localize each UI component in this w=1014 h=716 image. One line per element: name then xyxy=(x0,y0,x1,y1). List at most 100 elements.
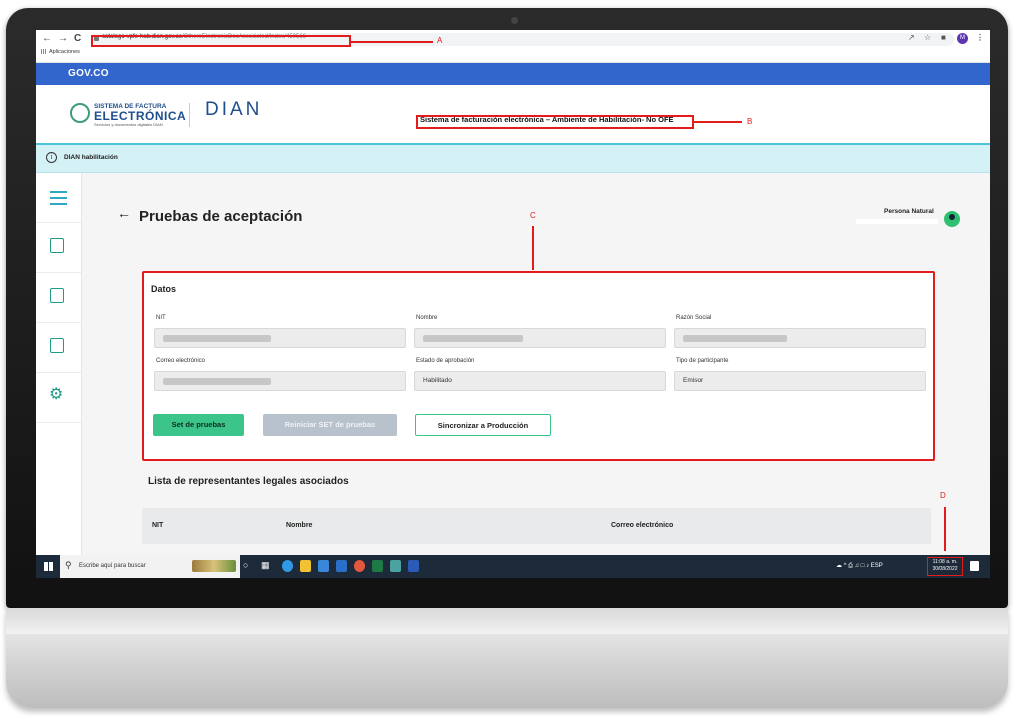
screen: ← → C catalogo-vpfe-hab.dian.gov.co/Othe… xyxy=(36,30,990,578)
windows-start-icon[interactable] xyxy=(44,562,53,571)
store-icon[interactable] xyxy=(318,560,329,572)
taskbar-clock[interactable]: 11:08 a. m. 30/08/2022 xyxy=(927,557,963,576)
reload-icon[interactable]: C xyxy=(74,33,81,44)
clock-date: 30/08/2022 xyxy=(932,566,958,572)
search-placeholder: Escribe aquí para buscar xyxy=(79,563,146,569)
razon-social-label: Razón Social xyxy=(676,315,712,321)
user-name[interactable]: Persona Natural xyxy=(884,208,934,215)
clock-time: 11:08 a. m. xyxy=(932,559,958,565)
nit-label: NIT xyxy=(156,315,166,321)
excel-icon[interactable] xyxy=(372,560,383,572)
nombre-label: Nombre xyxy=(416,315,438,321)
logo-line3: Servicios y documentos digitales DIAN xyxy=(94,122,163,127)
notification-icon[interactable] xyxy=(970,561,979,571)
redacted-value xyxy=(163,335,271,342)
annotation-arrow-a xyxy=(351,41,433,43)
user-id-redacted xyxy=(856,219,938,224)
annotation-label-c: C xyxy=(530,211,536,220)
estado-field[interactable]: Habilitado xyxy=(414,371,666,391)
annotation-label-d: D xyxy=(940,491,946,500)
sidebar-item-reports[interactable] xyxy=(36,323,81,373)
annotation-box-environment xyxy=(416,115,694,129)
nombre-field[interactable] xyxy=(414,328,666,348)
info-text: DIAN habilitación xyxy=(64,154,118,161)
cortana-icon[interactable]: ○ xyxy=(243,560,248,570)
dian-logo[interactable]: DIAN xyxy=(205,99,262,121)
column-header-nombre[interactable]: Nombre xyxy=(286,522,312,529)
set-pruebas-button[interactable]: Set de pruebas xyxy=(153,414,244,436)
nit-field[interactable] xyxy=(154,328,406,348)
user-avatar-icon[interactable] xyxy=(944,211,960,227)
webcam xyxy=(511,17,518,24)
report-icon xyxy=(50,338,64,353)
monitor-icon xyxy=(50,238,64,253)
keyboard-deck xyxy=(6,608,1008,634)
annotation-box-url xyxy=(91,35,351,47)
sidebar-item-documents[interactable] xyxy=(36,273,81,323)
info-bar: i DIAN habilitación xyxy=(36,145,990,173)
tipo-participante-label: Tipo de participante xyxy=(676,358,729,364)
annotation-label-b: B xyxy=(747,117,753,126)
reiniciar-set-button[interactable]: Reiniciar SET de pruebas xyxy=(263,414,397,436)
profile-avatar[interactable]: M xyxy=(957,33,968,44)
redacted-value xyxy=(423,335,523,342)
column-header-correo[interactable]: Correo electrónico xyxy=(611,522,673,529)
forward-icon[interactable]: → xyxy=(58,33,68,44)
sincronizar-produccion-button[interactable]: Sincronizar a Producción xyxy=(415,414,551,436)
column-header-nit[interactable]: NIT xyxy=(152,522,163,529)
mail-icon[interactable] xyxy=(336,560,347,572)
representantes-table-header: NIT Nombre Correo electrónico xyxy=(142,508,931,544)
back-arrow-icon[interactable]: ← xyxy=(117,205,131,221)
gear-icon: ⚙ xyxy=(49,386,64,403)
sidebar-item-dashboard[interactable] xyxy=(36,223,81,273)
annotation-arrow-b xyxy=(694,121,742,123)
hamburger-icon xyxy=(50,191,67,193)
search-highlight-image[interactable] xyxy=(192,560,236,572)
redacted-value xyxy=(163,378,271,385)
logo-divider xyxy=(189,103,190,127)
system-tray[interactable]: ☁ ^ ⎙ ♫ □ ♪ ESP xyxy=(836,562,883,570)
word-icon[interactable] xyxy=(408,560,419,572)
edge-icon[interactable] xyxy=(282,560,293,572)
apps-grid-icon xyxy=(41,49,46,55)
sidepanel-icon[interactable]: ■ xyxy=(941,33,946,42)
sidebar: ⚙ xyxy=(36,173,82,555)
datos-card: Datos NIT Nombre Razón Social Correo ele… xyxy=(142,271,935,461)
file-explorer-icon[interactable] xyxy=(300,560,311,572)
sidebar-menu-toggle[interactable] xyxy=(36,173,81,223)
info-icon: i xyxy=(46,152,57,163)
correo-field[interactable] xyxy=(154,371,406,391)
annotation-arrow-d xyxy=(944,507,946,551)
annotation-label-a: A xyxy=(437,36,443,45)
laptop-lid: ← → C catalogo-vpfe-hab.dian.gov.co/Othe… xyxy=(6,8,1008,608)
sidebar-item-settings[interactable]: ⚙ xyxy=(36,373,81,423)
tipo-participante-field[interactable]: Emisor xyxy=(674,371,926,391)
redacted-value xyxy=(683,335,787,342)
share-icon[interactable]: ↗ xyxy=(908,33,915,42)
star-icon[interactable]: ☆ xyxy=(924,33,931,42)
laptop-base xyxy=(6,608,1008,708)
chrome-icon[interactable] xyxy=(354,560,365,572)
page-title: Pruebas de aceptación xyxy=(139,208,303,225)
bookmark-apps-label: Aplicaciones xyxy=(49,49,80,55)
gov-bar: GOV.CO xyxy=(36,63,990,85)
language-indicator: ESP xyxy=(870,563,883,569)
back-icon[interactable]: ← xyxy=(42,33,52,44)
search-icon: ⚲ xyxy=(65,560,72,570)
document-icon xyxy=(50,288,64,303)
gov-logo[interactable]: GOV.CO xyxy=(68,68,109,79)
annotation-arrow-c xyxy=(532,226,534,270)
logo-line2: ELECTRÓNICA xyxy=(94,109,187,123)
datos-title: Datos xyxy=(151,284,177,294)
razon-social-field[interactable] xyxy=(674,328,926,348)
representantes-title: Lista de representantes legales asociado… xyxy=(148,476,349,487)
estado-label: Estado de aprobación xyxy=(416,358,475,364)
task-view-icon[interactable]: ▦ xyxy=(261,560,270,571)
windows-taskbar: ⚲ Escribe aquí para buscar ○ ▦ ☁ ^ ⎙ ♫ □… xyxy=(36,555,990,578)
correo-label: Correo electrónico xyxy=(156,358,206,364)
seal-icon xyxy=(70,103,90,123)
bookmark-apps[interactable]: Aplicaciones xyxy=(41,49,80,55)
menu-kebab-icon[interactable]: ⋮ xyxy=(976,33,984,42)
laptop-frame: ← → C catalogo-vpfe-hab.dian.gov.co/Othe… xyxy=(6,8,1008,708)
teams-icon[interactable] xyxy=(390,560,401,572)
